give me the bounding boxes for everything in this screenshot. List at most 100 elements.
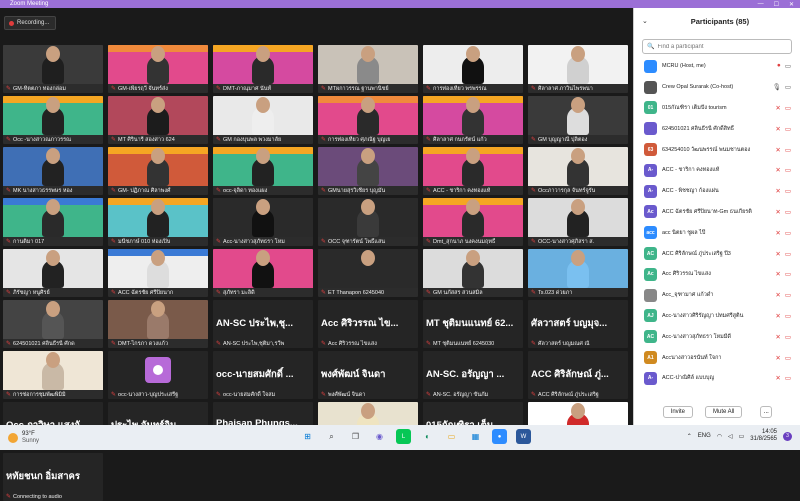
- participant-row[interactable]: 63 634254010 วัฒนพรรณ์ พนมชานตอง ✕ ▭: [634, 139, 800, 160]
- camera-off-icon[interactable]: ▭: [785, 333, 791, 341]
- participant-search-input[interactable]: [657, 43, 788, 50]
- close-icon[interactable]: ✕: [789, 1, 794, 8]
- participant-row[interactable]: A- ACC - พิชชญา ก้องแผ่น ✕ ▭: [634, 181, 800, 202]
- camera-off-icon[interactable]: ▭: [785, 104, 791, 112]
- participant-tile[interactable]: ✎ ภิรัชญา หนูศิรย์: [3, 249, 103, 297]
- start-icon[interactable]: ⊞: [300, 429, 315, 444]
- notification-badge[interactable]: 3: [783, 431, 792, 441]
- line-icon[interactable]: L: [396, 429, 411, 444]
- word-icon[interactable]: W: [516, 429, 531, 444]
- participant-tile[interactable]: ✎ Acc-นางสาวสุภัทธรา โหม: [213, 198, 313, 246]
- muted-mic-icon[interactable]: ✕: [775, 208, 780, 216]
- participant-search[interactable]: 🔍: [642, 39, 792, 54]
- chat-icon[interactable]: ◉: [372, 429, 387, 444]
- participant-row[interactable]: A- ACC-ปาณิศิล์ แบบบุญ ✕ ▭: [634, 368, 800, 389]
- zoom-icon[interactable]: ●: [492, 429, 507, 444]
- participant-tile[interactable]: ✎ มนีชภาษ์ 010 ห่องเปิน: [108, 198, 208, 246]
- camera-off-icon[interactable]: ▭: [785, 374, 791, 382]
- muted-mic-icon[interactable]: ✕: [775, 187, 780, 195]
- muted-mic-icon[interactable]: ✕: [775, 229, 780, 237]
- weather-widget[interactable]: 93°F Sunny: [0, 431, 39, 445]
- participant-row[interactable]: 624501021 ศลินธีรนี ศักดิ์สิทธิ์ ✕ ▭: [634, 118, 800, 139]
- participant-tile[interactable]: ศัลวาสตร์ บญมุจ... ✎ ศัลวาสตร์ บญมณศ ณั: [528, 300, 628, 348]
- participant-tile[interactable]: ACC ศิริลักษณ์ ภู่... ✎ ACC ศิริลักษณ์ ภู่…: [528, 351, 628, 399]
- muted-mic-icon[interactable]: ✕: [775, 354, 780, 362]
- camera-off-icon[interactable]: ▭: [785, 125, 791, 133]
- camera-off-icon[interactable]: ▭: [785, 312, 791, 320]
- muted-mic-icon[interactable]: ✕: [775, 291, 780, 299]
- muted-mic-icon[interactable]: ✕: [775, 125, 780, 133]
- participant-tile[interactable]: ✎ MT ศิรินารี สองสาว 624: [108, 96, 208, 144]
- participant-row[interactable]: A1 Accนางสาวอรนันท์ ใจกา ✕ ▭: [634, 347, 800, 368]
- wifi-icon[interactable]: ◠: [717, 433, 722, 440]
- participant-row[interactable]: AC ACC ศิริลักษณ์ ภู่ประเสริฐ ปี3 ✕ ▭: [634, 243, 800, 264]
- muted-mic-icon[interactable]: ✕: [775, 374, 780, 382]
- participant-tile[interactable]: ✎ ACC - ชาริกา คงทองแท้: [423, 147, 523, 195]
- maximize-icon[interactable]: ☐: [774, 1, 779, 8]
- store-icon[interactable]: ▦: [468, 429, 483, 444]
- participant-tile[interactable]: ✎ MK นางสาวธรรพษร หอง: [3, 147, 103, 195]
- participant-tile[interactable]: ✎ GM บุญญาณี ปุลิตอง: [528, 96, 628, 144]
- participant-row[interactable]: Acc_จุฑามาศ แก้วดำ ✕ ▭: [634, 285, 800, 306]
- participant-tile[interactable]: ✎ Dmt_สุกนาภ นงคงนมฤทธิ์: [423, 198, 523, 246]
- participant-tile[interactable]: AN-SC. อรัญญา ... ✎ AN-SC. อรัญญา ขันภัม: [423, 351, 523, 399]
- participant-tile[interactable]: ✎ ACC ฉัตรชัย ศรีปิยนาก: [108, 249, 208, 297]
- muted-mic-icon[interactable]: ✕: [775, 270, 780, 278]
- participant-tile[interactable]: occ-นายสมศักดิ์ ... ✎ occ-นายสมศักดิ์ ใจสม: [213, 351, 313, 399]
- participant-tile[interactable]: ✎ Ts.023 ด่วยภา: [528, 249, 628, 297]
- participant-row[interactable]: MCRU (Host, me) ● ▭: [634, 56, 800, 77]
- muted-mic-icon[interactable]: ✕: [775, 333, 780, 341]
- chevron-up-icon[interactable]: ⌃: [687, 433, 692, 440]
- participant-tile[interactable]: ✎ การท่องเที่ยว พรพรรณ: [423, 45, 523, 93]
- participant-tile[interactable]: ✎ การช่อการชุมพัฒพิมิมิ: [3, 351, 103, 399]
- muted-mic-icon[interactable]: ✕: [775, 146, 780, 154]
- camera-off-icon[interactable]: ▭: [785, 166, 791, 174]
- participant-tile[interactable]: ✎ ET Thanapon 6245040: [318, 249, 418, 297]
- camera-off-icon[interactable]: ▭: [785, 187, 791, 195]
- participant-row[interactable]: Crew Opal Surarak (Co-host) 🎙 ▭: [634, 77, 800, 98]
- camera-off-icon[interactable]: ▭: [785, 146, 791, 154]
- camera-off-icon[interactable]: ▭: [785, 250, 791, 258]
- mute-all-button[interactable]: Mute All: [705, 406, 743, 418]
- camera-off-icon[interactable]: ▭: [785, 291, 791, 299]
- camera-off-icon[interactable]: ▭: [785, 208, 791, 216]
- more-options-button[interactable]: ...: [760, 406, 773, 418]
- muted-mic-icon[interactable]: ✕: [775, 166, 780, 174]
- participant-tile[interactable]: Acc ศิริวรรณ ไข... ✎ Acc ศิริวรรณ ไขแสง: [318, 300, 418, 348]
- mic-icon[interactable]: ●: [777, 62, 781, 70]
- participant-tile[interactable]: ✎ 624501021 ศลินธีรนี ศักด: [3, 300, 103, 348]
- muted-mic-icon[interactable]: ✕: [775, 104, 780, 112]
- participant-row[interactable]: Ac ACC ฉัตรชัย ศรีปิยนาท-Gm ธนเกียรติ ✕ ▭: [634, 202, 800, 223]
- participant-tile[interactable]: ✎ การท่องเที่ยว ศุภณัฐ บุญเย: [318, 96, 418, 144]
- participant-tile[interactable]: MT ชุติมนแนทย์ 62... ✎ MT ชุติมนแนทย์ 6245…: [423, 300, 523, 348]
- speaker-icon[interactable]: ◁: [728, 433, 733, 440]
- participant-tile[interactable]: ✎ GM-ทิตตภา ทองกล่อม: [3, 45, 103, 93]
- participant-tile[interactable]: ✎ GM- ปฏิภาณ ศิลาพงศ์: [108, 147, 208, 195]
- language-indicator[interactable]: ENG: [698, 433, 711, 439]
- participant-tile[interactable]: AN-SC ประไพ,ชุ... ✎ AN-SC ประไพ,ชุติมา,รวี…: [213, 300, 313, 348]
- participant-tile[interactable]: ✎ Occภาวารกุล จันทร์จูรัน: [528, 147, 628, 195]
- participant-tile[interactable]: ✎ DMT-ภาณุมาศ นันท์ี: [213, 45, 313, 93]
- participant-tile[interactable]: ✎ DMT-ไกรภา ดวงแก้ว: [108, 300, 208, 348]
- participant-row[interactable]: AC Acc-นางสาวสุภัทธรา โหมมีดี ✕ ▭: [634, 326, 800, 347]
- recording-indicator[interactable]: Recording...: [4, 16, 56, 30]
- participant-tile[interactable]: ✎ occ-จุลิดา ทองแผง: [213, 147, 313, 195]
- camera-off-icon[interactable]: ▭: [785, 270, 791, 278]
- participant-tile[interactable]: ✎ Occ -นางสาวณภาวรรณ: [3, 96, 103, 144]
- edge-icon[interactable]: ◐: [420, 429, 435, 444]
- task-view-icon[interactable]: ❐: [348, 429, 363, 444]
- battery-icon[interactable]: ▭: [739, 433, 745, 440]
- invite-button[interactable]: Invite: [662, 406, 693, 418]
- camera-off-icon[interactable]: ▭: [785, 354, 791, 362]
- muted-mic-icon[interactable]: ✕: [775, 250, 780, 258]
- participant-tile[interactable]: ✎ OCC จุฑารัตน์ โพธิ์แสน: [318, 198, 418, 246]
- participant-tile[interactable]: ✎ สุภัทรา มะลิดิ: [213, 249, 313, 297]
- participant-tile[interactable]: ✎ GM นภัสสร สวนสมิล: [423, 249, 523, 297]
- camera-icon[interactable]: ▭: [785, 83, 791, 91]
- file-explorer-icon[interactable]: ▭: [444, 429, 459, 444]
- participant-row[interactable]: Ac Acc ศิริวรรณ ไขแสง ✕ ▭: [634, 264, 800, 285]
- muted-mic-icon[interactable]: ✕: [775, 312, 780, 320]
- clock[interactable]: 14:05 31/8/2565: [750, 429, 777, 443]
- participant-tile[interactable]: ✎ OCC-นางสาวศุภิสรา ส.: [528, 198, 628, 246]
- participant-tile[interactable]: พงศ์พัฒน์ จินดา ✎ พงศ์พัฒน์ จินดา: [318, 351, 418, 399]
